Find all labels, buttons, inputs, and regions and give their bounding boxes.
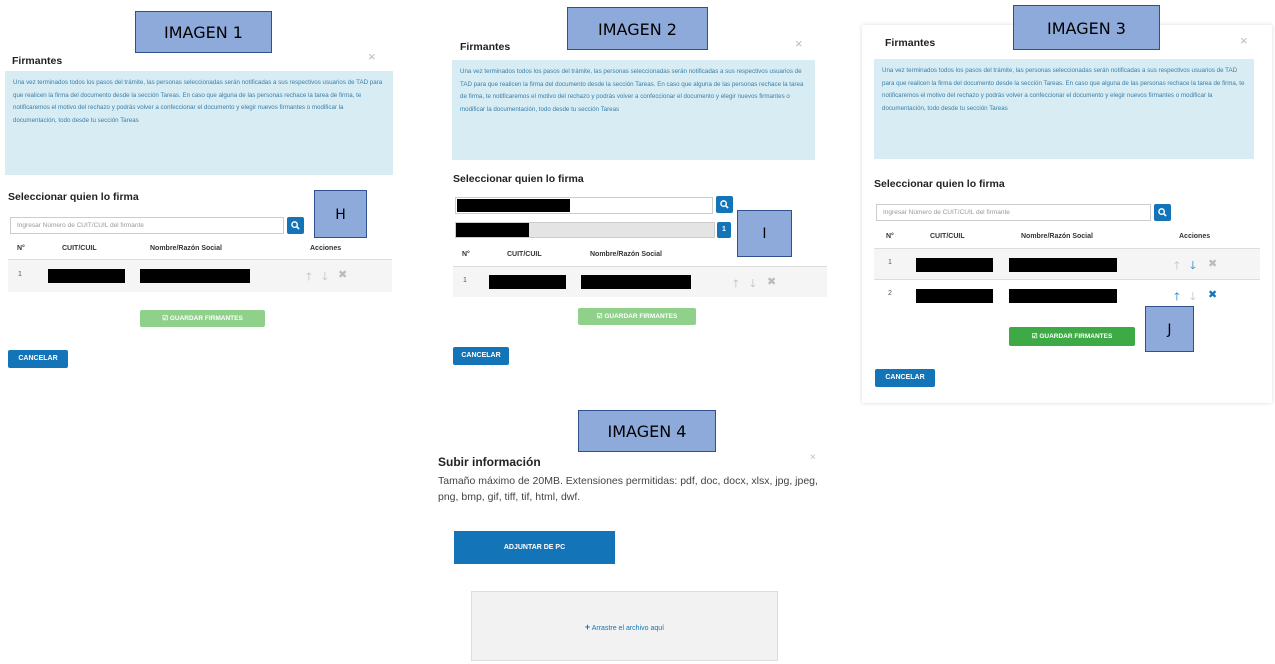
col-num: N° [462,251,470,258]
search-icon [1158,208,1167,217]
image-2-label: IMAGEN 2 [567,7,708,50]
remove-icon[interactable]: ✖ [767,275,776,288]
callout-h: H [314,190,367,238]
close-icon[interactable]: × [1240,33,1248,48]
dialog-title: Firmantes [460,41,511,53]
save-signers-button[interactable]: ☑ GUARDAR FIRMANTES [1009,327,1135,346]
save-label: GUARDAR FIRMANTES [604,313,678,320]
col-cuit: CUIT/CUIL [507,251,542,258]
save-label: GUARDAR FIRMANTES [1039,333,1113,340]
arrow-up-icon[interactable]: 🡑 [1174,288,1180,307]
redacted-name [1009,289,1117,303]
col-cuit: CUIT/CUIL [930,233,965,240]
arrow-down-icon[interactable]: 🡓 [322,268,328,287]
row-number: 1 [18,271,22,278]
cancel-button[interactable]: CANCELAR [8,350,68,368]
info-box: Una vez terminados todos los pasos del t… [874,59,1254,159]
plus-icon: + [584,622,591,632]
search-icon [291,221,300,230]
remove-icon[interactable]: ✖ [338,268,347,281]
attach-from-pc-button[interactable]: ADJUNTAR DE PC [454,531,615,564]
remove-icon[interactable]: ✖ [1208,257,1217,270]
suggestion-count-badge[interactable]: 1 [717,222,731,238]
save-signers-button[interactable]: ☑ GUARDAR FIRMANTES [140,310,265,327]
select-signer-label: Seleccionar quien lo firma [453,173,584,185]
callout-i: I [737,210,792,257]
row-number: 1 [888,259,892,266]
table-row: 1 🡑 🡓 ✖ [453,266,827,297]
upload-description: Tamaño máximo de 20MB. Extensiones permi… [438,475,818,503]
info-box: Una vez terminados todos los pasos del t… [5,71,393,175]
col-name: Nombre/Razón Social [590,251,662,258]
save-signers-button[interactable]: ☑ GUARDAR FIRMANTES [578,308,696,325]
cuit-search-input[interactable] [455,197,713,214]
col-num: N° [886,233,894,240]
cancel-button[interactable]: CANCELAR [453,347,509,365]
redacted-cuit [489,275,566,289]
callout-j: J [1145,306,1194,352]
col-actions: Acciones [310,245,342,252]
col-num: N° [17,245,25,252]
table-row: 1 🡑 🡓 ✖ [874,248,1260,279]
redacted-name [581,275,691,289]
redacted-name [140,269,250,283]
arrow-up-icon[interactable]: 🡑 [733,275,739,294]
row-number: 1 [463,277,467,284]
cuit-search-input[interactable]: Ingresar Número de CUIT/CUIL del firmant… [876,204,1151,221]
arrow-up-icon[interactable]: 🡑 [1174,257,1180,276]
info-box: Una vez terminados todos los pasos del t… [452,60,815,160]
close-icon[interactable]: × [810,452,816,463]
save-label: GUARDAR FIRMANTES [169,315,243,322]
redacted-input-value [457,199,570,212]
search-button[interactable] [716,196,733,213]
firmantes-dialog-2: Firmantes × Una vez terminados todos los… [445,30,830,370]
arrow-down-icon[interactable]: 🡓 [1190,288,1196,307]
col-actions: Acciones [1179,233,1211,240]
drop-zone-label: Arrastre el archivo aquí [591,625,665,632]
search-button[interactable] [1154,204,1171,221]
image-4-label: IMAGEN 4 [578,410,716,452]
select-signer-label: Seleccionar quien lo firma [874,178,1005,190]
redacted-suggestion [456,223,529,237]
col-name: Nombre/Razón Social [150,245,222,252]
redacted-cuit [48,269,125,283]
table-row: 1 🡑 🡓 ✖ [8,259,392,292]
file-drop-zone[interactable]: + Arrastre el archivo aquí [471,591,778,661]
check-icon: ☑ [162,315,170,322]
close-icon[interactable]: × [795,36,803,51]
redacted-cuit [916,289,993,303]
search-button[interactable] [287,217,304,234]
redacted-cuit [916,258,993,272]
arrow-up-icon[interactable]: 🡑 [306,268,312,287]
image-1-label: IMAGEN 1 [135,11,272,53]
arrow-down-icon[interactable]: 🡓 [750,275,756,294]
search-icon [720,200,729,209]
dialog-title: Firmantes [12,55,63,67]
col-name: Nombre/Razón Social [1021,233,1093,240]
cuit-search-input[interactable]: Ingresar Número de CUIT/CUIL del firmant… [10,217,284,234]
table-row: 2 🡑 🡓 ✖ [874,279,1260,310]
close-icon[interactable]: × [368,49,376,64]
redacted-name [1009,258,1117,272]
image-3-label: IMAGEN 3 [1013,5,1160,50]
dialog-title: Firmantes [885,37,936,49]
col-cuit: CUIT/CUIL [62,245,97,252]
suggestion-dropdown[interactable] [455,222,715,238]
remove-icon[interactable]: ✖ [1208,288,1217,301]
firmantes-dialog-3: Firmantes × Una vez terminados todos los… [862,25,1272,403]
cancel-button[interactable]: CANCELAR [875,369,935,387]
select-signer-label: Seleccionar quien lo firma [8,191,139,203]
row-number: 2 [888,290,892,297]
upload-title: Subir información [438,455,541,469]
arrow-down-icon[interactable]: 🡓 [1190,257,1196,276]
upload-dialog: Subir información × Tamaño máximo de 20M… [430,450,830,662]
